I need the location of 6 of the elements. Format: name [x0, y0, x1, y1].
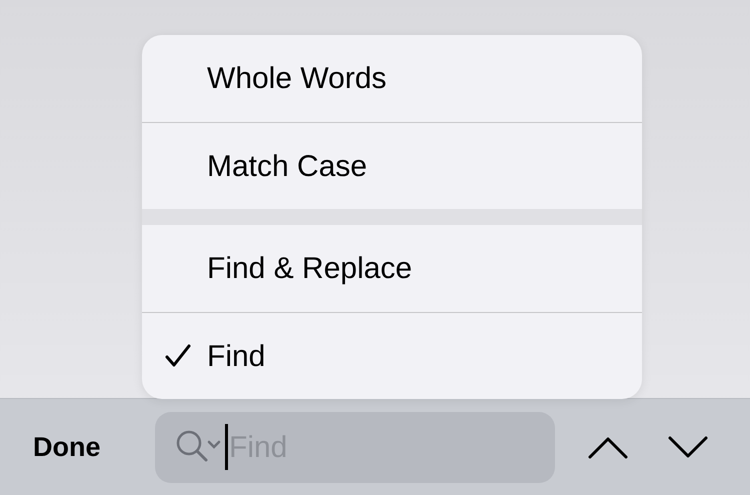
menu-item[interactable]: Whole Words: [142, 35, 642, 122]
checkmark-icon: [165, 344, 191, 368]
chevron-up-icon[interactable]: [588, 435, 628, 459]
menu-item[interactable]: Find & Replace: [142, 225, 642, 312]
chevron-down-icon[interactable]: [668, 435, 708, 459]
done-button[interactable]: Done: [33, 426, 113, 468]
